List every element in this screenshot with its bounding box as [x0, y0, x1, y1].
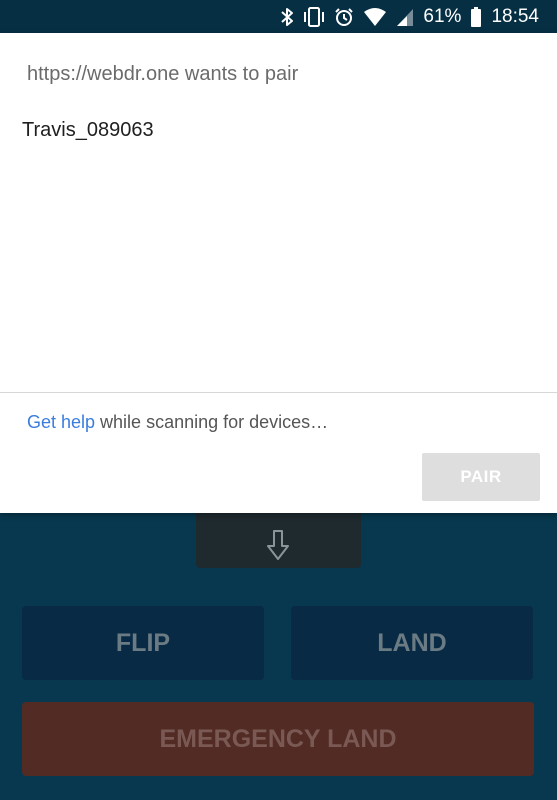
- flip-button[interactable]: FLIP: [22, 606, 264, 680]
- emergency-land-button[interactable]: EMERGENCY LAND: [22, 702, 534, 776]
- scanning-text: while scanning for devices…: [95, 412, 329, 432]
- wifi-icon: [363, 7, 387, 27]
- scanning-status: Get help while scanning for devices…: [27, 412, 328, 433]
- battery-icon: [470, 7, 482, 27]
- status-icons: 61% 18:54: [280, 5, 539, 29]
- get-help-link[interactable]: Get help: [27, 412, 95, 432]
- arrow-down-icon: [267, 530, 289, 560]
- bluetooth-pair-dialog: https://webdr.one wants to pair Travis_0…: [0, 33, 557, 513]
- clock: 18:54: [491, 6, 539, 27]
- dialog-title: https://webdr.one wants to pair: [27, 63, 299, 85]
- signal-icon: [396, 7, 414, 27]
- bluetooth-icon: [280, 7, 294, 27]
- vibrate-icon: [303, 7, 325, 27]
- alarm-icon: [334, 7, 354, 27]
- device-list-item[interactable]: Travis_089063: [22, 119, 154, 142]
- divider: [0, 392, 557, 393]
- status-bar: 61% 18:54: [0, 0, 557, 33]
- battery-percentage: 61%: [423, 6, 462, 27]
- pair-button[interactable]: PAIR: [422, 453, 540, 501]
- land-button[interactable]: LAND: [291, 606, 533, 680]
